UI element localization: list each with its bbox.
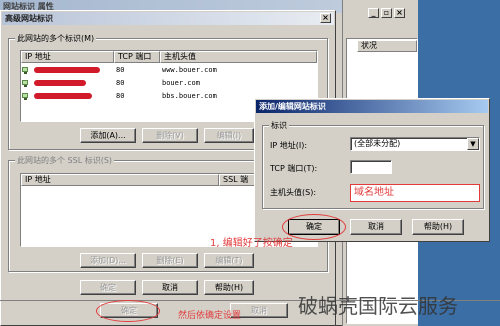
port-label: TCP 端口(T): [270, 164, 318, 173]
row-port: 80 [116, 92, 125, 100]
redacted-ip [34, 67, 100, 73]
close-icon[interactable]: × [320, 13, 331, 23]
col-ip[interactable]: IP 地址 [21, 51, 114, 63]
ssl-col-ip[interactable]: IP 地址 [21, 174, 219, 186]
main-cancel-button[interactable]: 取消 [142, 280, 198, 295]
identity-icon [22, 93, 28, 100]
ip-label: IP 地址(I): [270, 141, 308, 150]
annotation-step2: 然后依确定设置 [178, 311, 242, 321]
remove-identity-button[interactable]: 删除(V) [142, 128, 198, 143]
identity-icon [22, 67, 28, 74]
ssl-edit-button[interactable]: 编辑(T) [204, 253, 254, 268]
background-close-icon[interactable]: × [394, 8, 405, 18]
status-column-header[interactable]: 状况 [357, 40, 417, 52]
advanced-identity-titlebar: 高级网站标识 [2, 12, 334, 25]
edit-identity-button[interactable]: 编辑(I) [204, 128, 254, 143]
host-label: 主机头值(S): [270, 188, 317, 197]
footer-ok-highlight [96, 300, 160, 322]
close-glyph: × [322, 13, 329, 22]
watermark: 破蜗壳国际云服务 [298, 294, 458, 318]
ip-select[interactable]: (全部未分配) [350, 137, 480, 151]
chevron-down-icon[interactable]: ▼ [467, 138, 479, 150]
row-port: 80 [116, 66, 125, 74]
port-input[interactable] [350, 160, 392, 174]
main-help-button[interactable]: 帮助(H) [204, 280, 254, 295]
col-ip-label: IP 地址 [25, 52, 51, 61]
ok-button-highlight [282, 214, 346, 240]
row-host: www.bouer.com [162, 66, 217, 74]
redacted-ip [34, 93, 92, 99]
col-host-label: 主机头值 [164, 52, 196, 61]
edit-identity-titlebar: 添加/编辑网站标识 [256, 100, 488, 113]
edit-cancel-button[interactable]: 取消 [350, 219, 402, 235]
status-column-label: 状况 [361, 41, 377, 50]
ssl-group-label: 此网站的多个 SSL 标识(S) [15, 155, 115, 166]
identities-group-label: 此网站的多个标识(M) [15, 33, 97, 44]
annotation-step1: 1, 编辑好了按确定 [210, 238, 293, 249]
row-port: 80 [116, 79, 125, 87]
host-input-value: 域名地址 [354, 187, 394, 198]
restore-icon[interactable]: ▫ [381, 8, 392, 18]
ssl-remove-button[interactable]: 删除(E) [142, 253, 198, 268]
col-host[interactable]: 主机头值 [160, 51, 317, 63]
ssl-col-ip-label: IP 地址 [25, 175, 51, 184]
col-port-label: TCP 端口 [118, 52, 152, 61]
ip-select-value: (全部未分配) [354, 139, 401, 148]
identity-icon [22, 80, 28, 87]
add-identity-button[interactable]: 添加(A)... [80, 128, 136, 143]
edit-help-button[interactable]: 帮助(H) [412, 219, 464, 235]
redacted-ip [34, 80, 86, 86]
main-ok-button[interactable]: 确定 [80, 280, 136, 295]
row-host: bouer.com [162, 79, 200, 87]
ssl-add-button[interactable]: 添加(D)... [80, 253, 136, 268]
host-input[interactable]: 域名地址 [350, 184, 480, 202]
minimize-icon[interactable]: _ [368, 8, 379, 18]
table-row[interactable]: 80 bouer.com [22, 78, 316, 89]
ssl-col-port-label: SSL 端 [223, 175, 249, 184]
edit-identity-title: 添加/编辑网站标识 [259, 102, 326, 111]
identity-group-label: 标识 [269, 120, 289, 131]
table-row[interactable]: 80 www.bouer.com [22, 65, 316, 76]
row-host: bbs.bouer.com [162, 92, 217, 100]
col-port[interactable]: TCP 端口 [114, 51, 160, 63]
advanced-identity-title: 高级网站标识 [5, 14, 53, 23]
